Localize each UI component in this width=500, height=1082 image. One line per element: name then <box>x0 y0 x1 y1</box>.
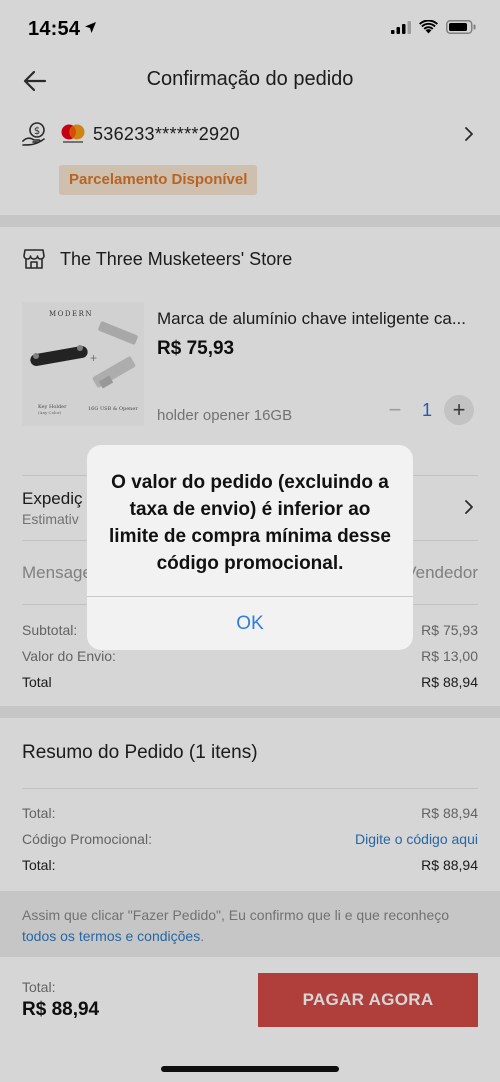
promo-error-alert: O valor do pedido (excluindo a taxa de e… <box>87 445 413 650</box>
alert-ok-button[interactable]: OK <box>87 597 413 650</box>
alert-message: O valor do pedido (excluindo a taxa de e… <box>109 472 391 574</box>
